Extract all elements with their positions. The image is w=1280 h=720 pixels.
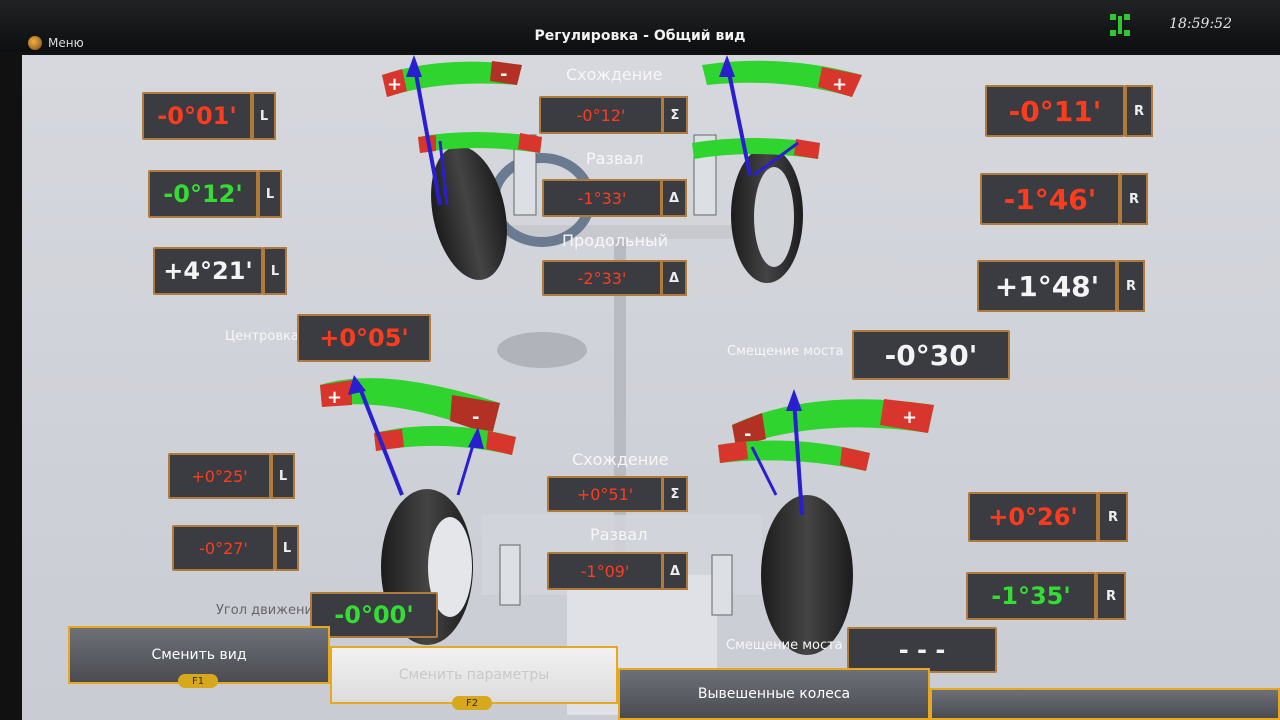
gauge-minus-label: - <box>472 407 479 428</box>
delta-tag: Δ <box>662 552 688 590</box>
sum-tag: Σ <box>662 96 688 134</box>
delta-tag: Δ <box>661 260 687 296</box>
left-tag: L <box>275 525 299 571</box>
front-right-camber-value: -1°46' <box>980 173 1120 225</box>
gauge-plus-label: + <box>387 74 402 95</box>
front-setback-value: -0°30' <box>852 330 1010 380</box>
rear-left-camber-gauge <box>374 425 516 455</box>
delta-tag: Δ <box>661 179 687 217</box>
front-total-toe-label: Схождение <box>566 65 663 84</box>
rear-right-spring <box>711 554 733 616</box>
gauge-plus-label: + <box>902 407 917 428</box>
rear-left-toe-gauge: + - <box>320 378 500 435</box>
alignment-screen: Меню Регулировка - Общий вид 18:59:52 + … <box>0 0 1280 720</box>
rear-total-toe-value: +0°51' <box>547 476 663 512</box>
window-title: Регулировка - Общий вид <box>534 28 746 44</box>
right-tag: R <box>1125 85 1153 137</box>
front-total-toe-value: -0°12' <box>539 96 663 134</box>
f2-key-badge: F2 <box>452 696 492 710</box>
front-left-tire <box>431 146 507 280</box>
rear-right-toe-gauge: + - <box>732 399 934 447</box>
right-tag: R <box>1120 173 1148 225</box>
front-right-caster-value: +1°48' <box>977 260 1117 312</box>
front-left-camber-value: -0°12' <box>148 170 258 218</box>
vehicle-layout-icon[interactable] <box>1108 12 1132 38</box>
front-right-toe-value: -0°11' <box>985 85 1125 137</box>
change-view-label: Сменить вид <box>151 647 247 663</box>
right-tag: R <box>1117 260 1145 312</box>
front-left-caster-gauge: + - <box>382 61 522 97</box>
gauge-minus-label: - <box>500 64 507 85</box>
rear-right-camber-gauge <box>718 440 870 471</box>
left-tag: L <box>252 92 276 140</box>
left-tag: L <box>271 453 295 499</box>
rear-camber-diff-value: -1°09' <box>547 552 663 590</box>
right-tag: R <box>1096 572 1126 620</box>
front-camber-diff-value: -1°33' <box>542 179 662 217</box>
vehicle-illustration: + - + + - + - <box>320 55 934 715</box>
alignment-workspace: + - + + - + - -0°01' L -0°12' L +4°21' L… <box>22 55 1280 720</box>
change-params-label: Сменить параметры <box>398 667 550 683</box>
thrust-angle-label: Угол движения <box>216 603 321 618</box>
left-tag: L <box>263 247 287 295</box>
front-setback-label: Смещение моста <box>727 344 844 359</box>
front-left-toe-gauge <box>418 132 542 153</box>
gauge-plus-label: + <box>327 387 342 408</box>
centering-value: +0°05' <box>297 314 431 362</box>
steering-wheel-shadow <box>497 332 587 368</box>
sum-tag: Σ <box>662 476 688 512</box>
front-camber-label: Развал <box>586 149 644 168</box>
rear-right-toe-value: +0°26' <box>968 492 1098 542</box>
title-bar: Меню Регулировка - Общий вид 18:59:52 <box>0 0 1280 52</box>
left-tag: L <box>258 170 282 218</box>
rear-total-toe-label: Схождение <box>572 450 669 469</box>
function-button-4[interactable] <box>930 688 1280 720</box>
rear-camber-label: Развал <box>590 525 648 544</box>
front-caster-label: Продольный <box>562 231 668 250</box>
f1-key-badge: F1 <box>178 674 218 688</box>
front-caster-diff-value: -2°33' <box>542 260 662 296</box>
rear-right-camber-value: -1°35' <box>966 572 1096 620</box>
front-left-toe-value: -0°01' <box>142 92 252 140</box>
gauge-plus-label: + <box>832 74 847 95</box>
lifted-wheels-button[interactable]: Вывешенные колеса <box>618 668 930 720</box>
right-tag: R <box>1098 492 1128 542</box>
centering-label: Центровка <box>225 329 299 344</box>
function-key-bar: Сменить вид F1 Сменить параметры F2 Выве… <box>68 626 1280 720</box>
front-left-caster-value: +4°21' <box>153 247 263 295</box>
clock: 18:59:52 <box>1169 16 1232 32</box>
rear-left-camber-value: -0°27' <box>172 525 275 571</box>
lifted-wheels-label: Вывешенные колеса <box>697 686 851 702</box>
rear-left-toe-value: +0°25' <box>168 453 271 499</box>
rear-left-spring <box>499 544 521 606</box>
